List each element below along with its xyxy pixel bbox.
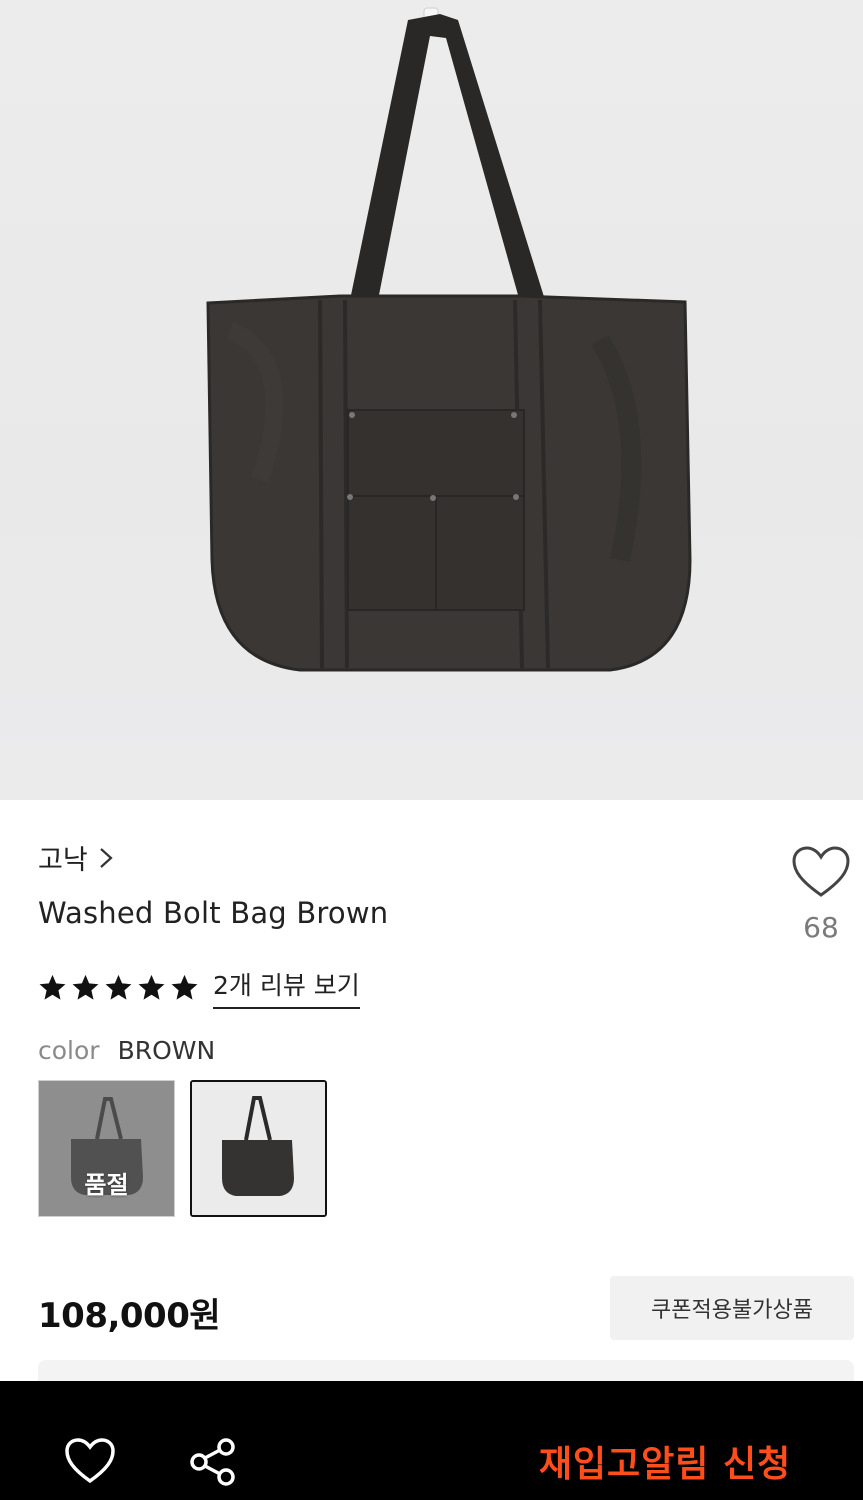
restock-alert-button[interactable]: 재입고알림 신청 xyxy=(500,1431,830,1491)
rating-row: 2개 리뷰 보기 xyxy=(38,966,360,1009)
star-icon xyxy=(105,974,132,1000)
product-title: Washed Bolt Bag Brown xyxy=(38,896,389,930)
like-button[interactable]: 68 xyxy=(790,845,852,944)
coupon-badge: 쿠폰적용불가상품 xyxy=(610,1276,854,1340)
chevron-right-icon xyxy=(99,847,113,868)
soldout-label: 품절 xyxy=(84,1171,129,1199)
star-icon xyxy=(39,974,66,1000)
product-price: 108,000원 xyxy=(38,1296,221,1336)
color-swatch-soldout[interactable]: 품절 xyxy=(38,1080,175,1217)
option-label: color xyxy=(38,1036,100,1065)
heart-outline-icon[interactable] xyxy=(64,1437,116,1485)
tote-bag-illustration xyxy=(206,7,692,672)
like-count: 68 xyxy=(803,911,839,944)
share-icon[interactable] xyxy=(188,1437,238,1487)
bottom-action-bar: 재입고알림 신청 xyxy=(0,1381,863,1500)
star-icon xyxy=(72,974,99,1000)
star-rating xyxy=(38,973,199,1002)
heart-outline-icon xyxy=(792,846,850,897)
star-icon xyxy=(171,974,198,1000)
color-swatch-selected[interactable] xyxy=(190,1080,327,1217)
star-icon xyxy=(138,974,165,1000)
brand-link[interactable]: 고낙 xyxy=(38,838,114,877)
color-option-row: color BROWN xyxy=(38,1036,215,1065)
option-value: BROWN xyxy=(117,1036,216,1065)
product-main-image[interactable] xyxy=(0,0,863,800)
brand-name: 고낙 xyxy=(38,845,88,876)
review-link[interactable]: 2개 리뷰 보기 xyxy=(213,966,360,1009)
swatch-bag-thumbnail xyxy=(192,1082,325,1215)
